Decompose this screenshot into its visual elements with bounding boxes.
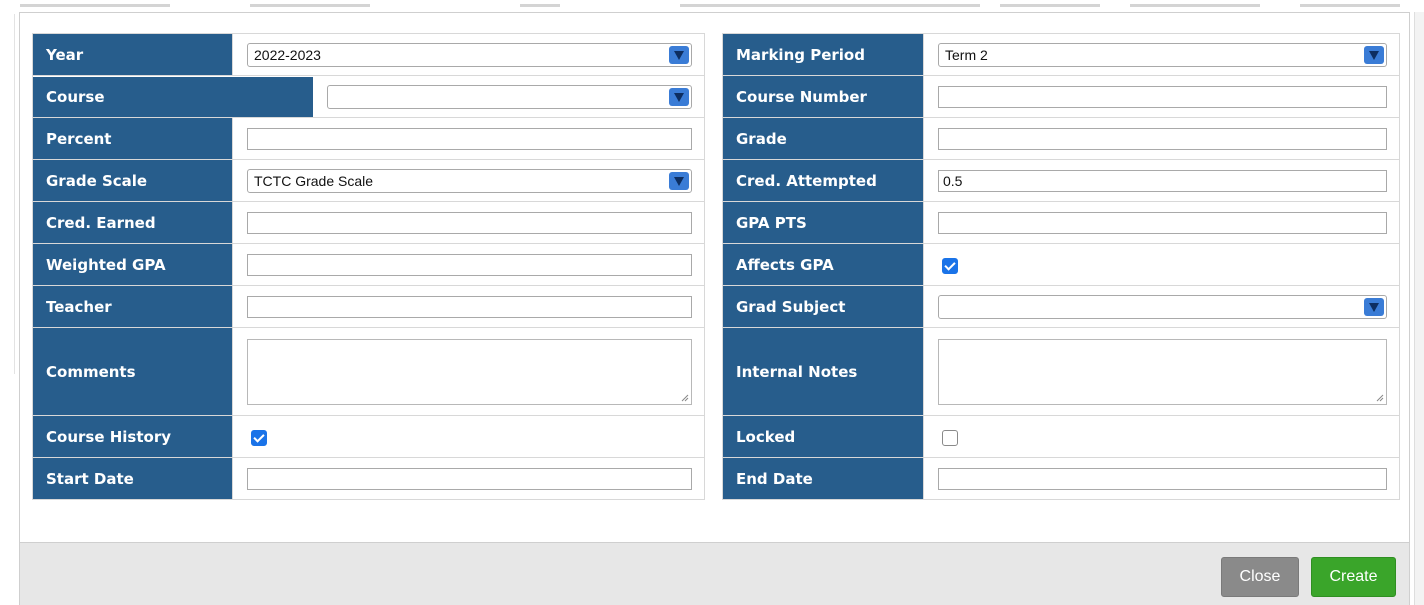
background-divider [14,14,15,374]
course-number-label: Course Number [722,75,924,118]
page-scrollbar[interactable] [1414,12,1424,605]
row-internal-notes: Internal Notes [722,327,1400,416]
create-button[interactable]: Create [1311,557,1396,597]
stored-grade-dialog: Year 2022-2023 Course Percent Grade Scal… [19,12,1410,605]
row-cred-earned: Cred. Earned [32,201,705,244]
grade-scale-label: Grade Scale [32,159,233,202]
course-number-input[interactable] [938,85,1387,108]
course-history-checkbox[interactable] [251,429,267,446]
resize-grip-icon[interactable] [681,394,689,402]
grade-label: Grade [722,117,924,160]
affects-gpa-label: Affects GPA [722,243,924,286]
chevron-down-icon[interactable] [669,171,689,190]
row-marking-period: Marking Period Term 2 [722,33,1400,76]
end-date-input[interactable] [938,467,1387,490]
row-comments: Comments [32,327,705,416]
comments-label: Comments [32,327,233,416]
chevron-down-icon[interactable] [1364,45,1384,64]
row-locked: Locked [722,415,1400,458]
year-select[interactable]: 2022-2023 [247,42,692,67]
row-course-number: Course Number [722,75,1400,118]
locked-checkbox[interactable] [942,429,958,446]
course-history-label: Course History [32,415,233,458]
course-select[interactable] [327,84,692,109]
dialog-footer: Close Create [20,542,1409,605]
end-date-label: End Date [722,457,924,500]
marking-period-select[interactable]: Term 2 [938,42,1387,67]
affects-gpa-checkbox[interactable] [942,257,958,274]
marking-period-select-value: Term 2 [945,46,988,63]
cred-attempted-label: Cred. Attempted [722,159,924,202]
year-label: Year [32,33,233,76]
row-gpa-pts: GPA PTS [722,201,1400,244]
row-course: Course [32,75,705,118]
row-affects-gpa: Affects GPA [722,243,1400,286]
grad-subject-label: Grad Subject [722,285,924,328]
gpa-pts-label: GPA PTS [722,201,924,244]
row-cred-attempted: Cred. Attempted [722,159,1400,202]
percent-input[interactable] [247,127,692,150]
close-button[interactable]: Close [1221,557,1299,597]
resize-grip-icon[interactable] [1376,394,1384,402]
teacher-input[interactable] [247,295,692,318]
teacher-label: Teacher [32,285,233,328]
row-start-date: Start Date [32,457,705,500]
chevron-down-icon[interactable] [669,45,689,64]
percent-label: Percent [32,117,233,160]
cred-earned-input[interactable] [247,211,692,234]
weighted-gpa-input[interactable] [247,253,692,276]
row-course-history: Course History [32,415,705,458]
row-percent: Percent [32,117,705,160]
internal-notes-textarea[interactable] [938,338,1387,405]
start-date-input[interactable] [247,467,692,490]
row-end-date: End Date [722,457,1400,500]
row-grad-subject: Grad Subject [722,285,1400,328]
locked-label: Locked [722,415,924,458]
cred-earned-label: Cred. Earned [32,201,233,244]
background-page-strip [0,0,1424,12]
row-weighted-gpa: Weighted GPA [32,243,705,286]
internal-notes-label: Internal Notes [722,327,924,416]
weighted-gpa-label: Weighted GPA [32,243,233,286]
row-year: Year 2022-2023 [32,33,705,76]
grade-scale-select[interactable]: TCTC Grade Scale [247,168,692,193]
gpa-pts-input[interactable] [938,211,1387,234]
start-date-label: Start Date [32,457,233,500]
row-grade-scale: Grade Scale TCTC Grade Scale [32,159,705,202]
grad-subject-select[interactable] [938,294,1387,319]
form-left-column: Year 2022-2023 Course Percent Grade Scal… [32,33,705,500]
marking-period-label: Marking Period [722,33,924,76]
chevron-down-icon[interactable] [1364,297,1384,316]
form-right-column: Marking Period Term 2 Course Number Grad… [722,33,1400,500]
course-label: Course [33,76,313,117]
year-select-value: 2022-2023 [254,46,321,63]
grade-input[interactable] [938,127,1387,150]
grade-scale-select-value: TCTC Grade Scale [254,172,374,189]
row-teacher: Teacher [32,285,705,328]
cred-attempted-input[interactable] [938,169,1387,192]
row-grade: Grade [722,117,1400,160]
comments-textarea[interactable] [247,338,692,405]
chevron-down-icon[interactable] [669,87,689,106]
